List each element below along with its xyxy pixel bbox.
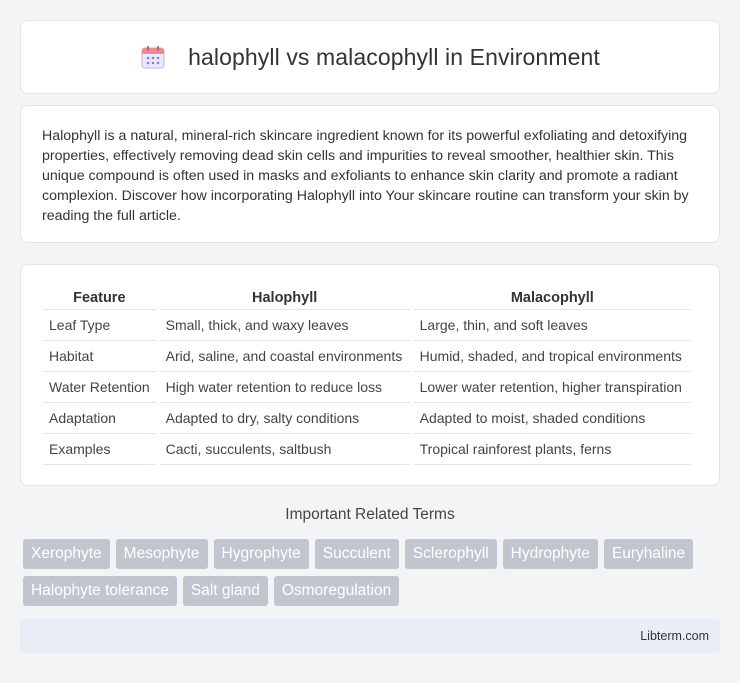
cell-malacophyll: Humid, shaded, and tropical environments	[413, 341, 691, 372]
title-wrap: halophyll vs malacophyll in Environment	[140, 44, 600, 71]
cell-malacophyll: Large, thin, and soft leaves	[413, 310, 691, 341]
tag-osmoregulation[interactable]: Osmoregulation	[273, 576, 400, 606]
table-row: Habitat Arid, saline, and coastal enviro…	[43, 341, 691, 372]
tag-salt-gland[interactable]: Salt gland	[182, 576, 268, 606]
cell-feature: Leaf Type	[43, 310, 156, 341]
header-card: halophyll vs malacophyll in Environment	[20, 20, 720, 94]
cell-feature: Adaptation	[43, 403, 156, 434]
footer-site-link[interactable]: Libterm.com	[640, 629, 709, 643]
tag-hygrophyte[interactable]: Hygrophyte	[213, 539, 309, 569]
tag-sclerophyll[interactable]: Sclerophyll	[404, 539, 497, 569]
cell-halophyll: Adapted to dry, salty conditions	[159, 403, 410, 434]
tag-xerophyte[interactable]: Xerophyte	[23, 539, 110, 569]
calendar-icon	[140, 44, 166, 70]
related-terms-title: Important Related Terms	[285, 506, 455, 523]
table-row: Leaf Type Small, thick, and waxy leaves …	[43, 310, 691, 341]
header-malacophyll: Malacophyll	[413, 285, 691, 310]
tag-succulent[interactable]: Succulent	[314, 539, 399, 569]
cell-halophyll: Arid, saline, and coastal environments	[159, 341, 410, 372]
tag-euryhaline[interactable]: Euryhaline	[603, 539, 694, 569]
footer: Libterm.com	[20, 619, 720, 653]
cell-halophyll: Cacti, succulents, saltbush	[159, 434, 410, 465]
comparison-table-card: Feature Halophyll Malacophyll Leaf Type …	[20, 264, 720, 486]
comparison-table: Feature Halophyll Malacophyll Leaf Type …	[43, 285, 691, 465]
cell-malacophyll: Lower water retention, higher transpirat…	[413, 372, 691, 403]
table-row: Water Retention High water retention to …	[43, 372, 691, 403]
header-halophyll: Halophyll	[159, 285, 410, 310]
intro-card: Halophyll is a natural, mineral-rich ski…	[20, 105, 720, 243]
page-title: halophyll vs malacophyll in Environment	[188, 43, 600, 70]
tag-halophyte-tolerance[interactable]: Halophyte tolerance	[23, 576, 177, 606]
tag-hydrophyte[interactable]: Hydrophyte	[502, 539, 598, 569]
cell-halophyll: Small, thick, and waxy leaves	[159, 310, 410, 341]
intro-text: Halophyll is a natural, mineral-rich ski…	[42, 128, 689, 224]
cell-malacophyll: Adapted to moist, shaded conditions	[413, 403, 691, 434]
cell-malacophyll: Tropical rainforest plants, ferns	[413, 434, 691, 465]
header-feature: Feature	[43, 285, 156, 310]
table-header-row: Feature Halophyll Malacophyll	[43, 285, 691, 310]
tag-mesophyte[interactable]: Mesophyte	[115, 539, 208, 569]
cell-feature: Examples	[43, 434, 156, 465]
related-terms-tags: Xerophyte Mesophyte Hygrophyte Succulent…	[23, 539, 723, 606]
cell-feature: Water Retention	[43, 372, 156, 403]
table-row: Adaptation Adapted to dry, salty conditi…	[43, 403, 691, 434]
cell-feature: Habitat	[43, 341, 156, 372]
table-row: Examples Cacti, succulents, saltbush Tro…	[43, 434, 691, 465]
cell-halophyll: High water retention to reduce loss	[159, 372, 410, 403]
